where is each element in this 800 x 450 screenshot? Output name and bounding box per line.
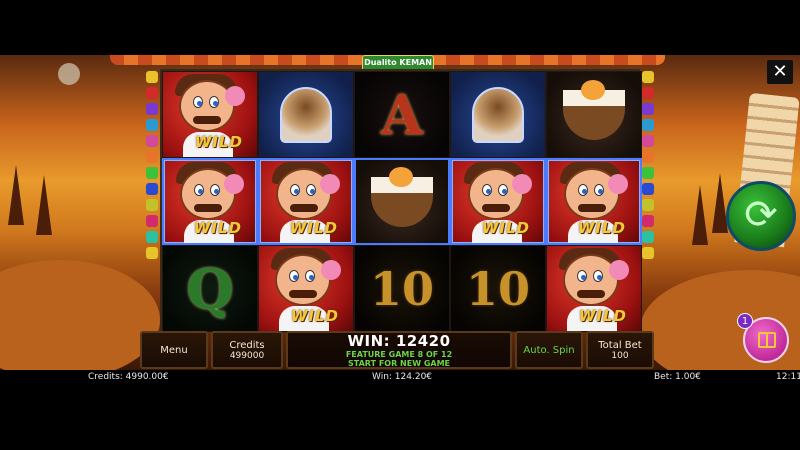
ice-cream-icon <box>512 174 532 194</box>
status-win: Win: 124.20€ <box>372 372 433 382</box>
sundae-icon <box>280 86 332 143</box>
reel-cell-wild: WILD <box>546 245 642 332</box>
chef-eye <box>594 184 604 196</box>
chef-face <box>563 254 619 306</box>
status-time: 12:11 <box>776 372 800 382</box>
chef-eye <box>290 184 300 196</box>
chef-mustache <box>578 204 606 212</box>
control-panel: Menu Credits 499000 WIN: 12420 FEATURE G… <box>140 331 660 369</box>
feature-status: FEATURE GAME 8 OF 12 <box>345 350 453 359</box>
chef-eye <box>305 270 315 282</box>
wild-label: WILD <box>481 219 530 237</box>
menu-button[interactable]: Menu <box>140 331 208 369</box>
reel-cell-sundae <box>258 71 354 158</box>
cypress-tree <box>36 175 52 235</box>
reel-cell-ace: A <box>354 71 450 158</box>
wild-label: WILD <box>577 219 626 237</box>
win-display: WIN: 12420 FEATURE GAME 8 OF 12 START FO… <box>286 331 512 369</box>
cypress-tree <box>712 173 728 233</box>
hill-left <box>0 260 160 370</box>
wild-label: WILD <box>193 219 242 237</box>
symbol-ten: 10 <box>465 261 530 316</box>
coconut-dessert-icon <box>371 166 433 227</box>
chef-eye <box>193 96 203 108</box>
total-bet-button[interactable]: Total Bet 100 <box>586 331 654 369</box>
status-bar: Credits: 4990.00€ Win: 124.20€ Bet: 1.00… <box>0 370 800 386</box>
reel-cell-wild: WILD <box>258 158 354 245</box>
status-credits: Credits: 4990.00€ <box>88 372 169 382</box>
menu-label: Menu <box>160 344 188 356</box>
wild-label: WILD <box>290 307 339 325</box>
ice-cream-icon <box>225 86 245 106</box>
reel-cell-wild: WILD <box>546 158 642 245</box>
credits-label: Credits <box>229 339 265 351</box>
chef-eye <box>306 184 316 196</box>
chef-eye <box>593 270 603 282</box>
total-bet-label: Total Bet <box>598 339 642 351</box>
close-button[interactable]: ✕ <box>767 60 793 84</box>
ice-cream-icon <box>224 174 244 194</box>
cypress-tree <box>8 165 24 225</box>
reel-cell-wild: WILD <box>258 245 354 332</box>
chef-eye <box>482 184 492 196</box>
symbol-queen: Q <box>186 256 234 321</box>
chef-mustache <box>482 204 510 212</box>
reel-cell-wild: WILD <box>162 71 258 158</box>
ice-cream-icon <box>320 174 340 194</box>
chef-mustache <box>289 290 317 298</box>
reel-cell-ten: 10 <box>354 245 450 332</box>
symbol-ace: A <box>381 82 423 147</box>
wild-label: WILD <box>289 219 338 237</box>
reel-cell-queen: Q <box>162 245 258 332</box>
chef-mustache <box>194 204 222 212</box>
start-hint: START FOR NEW GAME <box>348 359 450 368</box>
right-payline-markers <box>642 71 654 321</box>
wild-label: WILD <box>194 133 243 151</box>
chef-face <box>179 80 235 132</box>
credits-value: 499000 <box>229 350 265 361</box>
gift-icon <box>758 332 776 348</box>
chef-eye <box>210 184 220 196</box>
credits-button[interactable]: Credits 499000 <box>211 331 283 369</box>
gift-count-badge: 1 <box>737 313 753 329</box>
chef-eye <box>498 184 508 196</box>
chef-eye <box>209 96 219 108</box>
chef-mustache <box>193 116 221 124</box>
ice-cream-icon <box>321 260 341 280</box>
wild-label: WILD <box>578 307 627 325</box>
chef-eye <box>289 270 299 282</box>
chef-eye <box>194 184 204 196</box>
win-amount: WIN: 12420 <box>347 332 451 350</box>
spin-button[interactable]: ⟳ <box>726 181 796 251</box>
reel-cell-sundae <box>450 71 546 158</box>
reel-cell-coconut <box>546 71 642 158</box>
chef-eye <box>577 270 587 282</box>
reel-cell-wild: WILD <box>162 158 258 245</box>
auto-spin-label: Auto. Spin <box>523 344 575 356</box>
chef-eye <box>578 184 588 196</box>
total-bet-value: 100 <box>611 350 629 361</box>
game-stage: Dualito KEMAN WILD A WILD WILD WILD WILD Q WILD… <box>0 55 800 370</box>
chef-face <box>275 254 331 306</box>
coconut-dessert-icon <box>563 79 625 140</box>
symbol-ten: 10 <box>369 261 434 316</box>
reel-grid: WILD A WILD WILD WILD WILD Q WILD 10 10 WILD <box>160 69 642 332</box>
left-payline-markers <box>146 71 158 321</box>
chef-mustache <box>290 204 318 212</box>
cypress-tree <box>692 185 708 245</box>
ice-cream-icon <box>608 174 628 194</box>
reel-cell-ten: 10 <box>450 245 546 332</box>
chef-mustache <box>577 290 605 298</box>
status-bet: Bet: 1.00€ <box>654 372 701 382</box>
sundae-icon <box>472 86 524 143</box>
moon <box>58 63 80 85</box>
ice-cream-icon <box>609 260 629 280</box>
reel-cell-wild: WILD <box>450 158 546 245</box>
refresh-icon: ⟳ <box>744 192 778 238</box>
reel-cell-coconut <box>354 158 450 245</box>
auto-spin-button[interactable]: Auto. Spin <box>515 331 583 369</box>
